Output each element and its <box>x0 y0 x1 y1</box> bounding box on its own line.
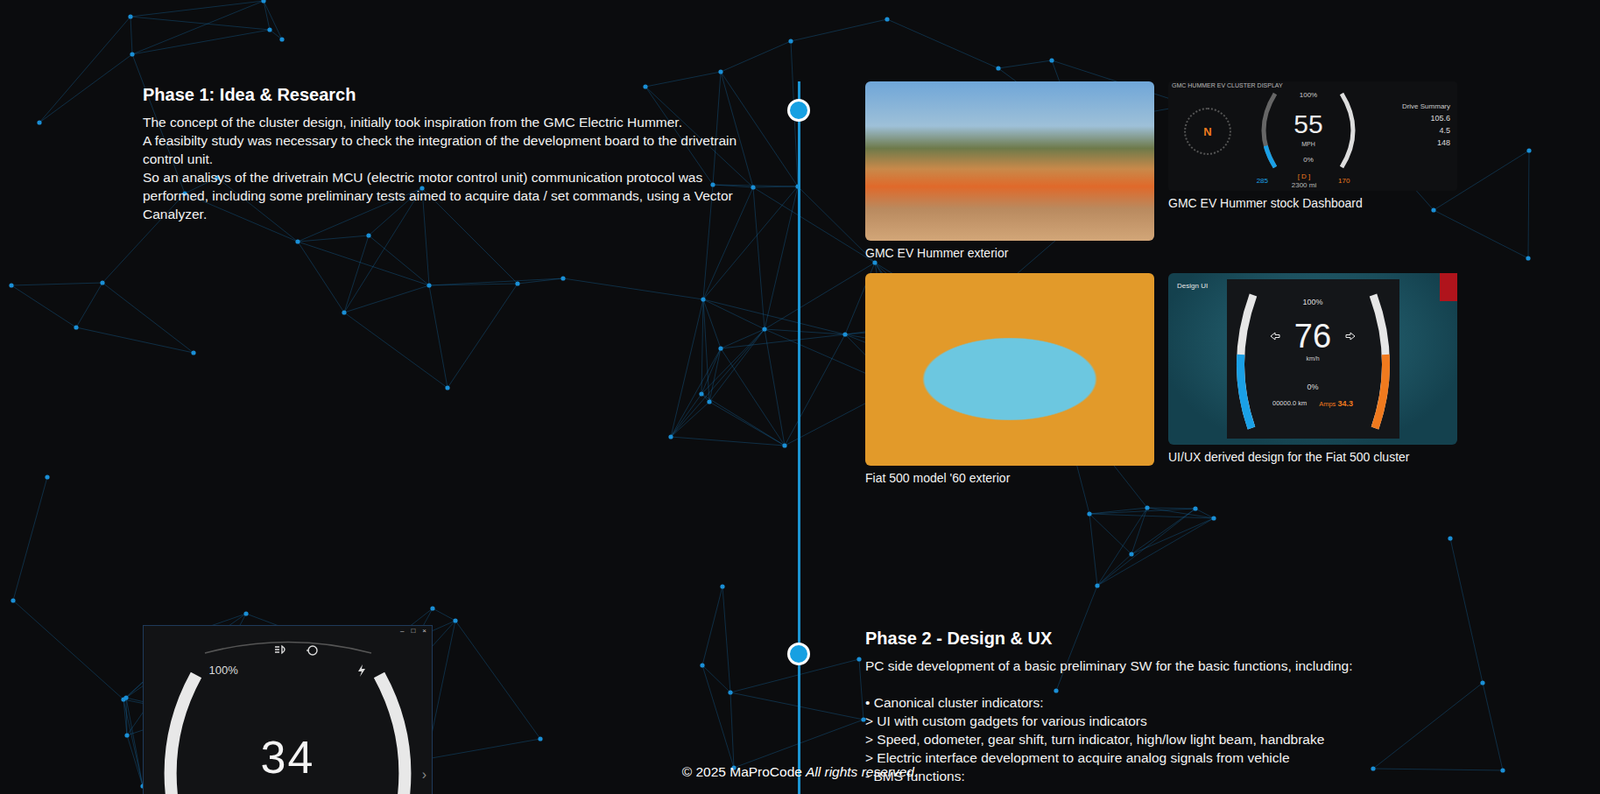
red-marker <box>1439 273 1458 302</box>
summary-value: 4.5 <box>1438 125 1451 136</box>
rights-text: All rights reserved. <box>805 764 918 780</box>
drive-summary: Drive Summary105.64.5148 <box>1369 90 1458 173</box>
window-control[interactable]: – <box>400 626 404 636</box>
page: Phase 1: Idea & Research The concept of t… <box>0 0 1600 794</box>
phase-right: GMC EV Hummer exteriorGMC HUMMER EV CLUS… <box>810 81 1403 626</box>
phase-paragraph: A feasibilty study was necessary to chec… <box>142 131 756 169</box>
design-cluster: 100% 76km/h 0% 00000.0 km Amps 34.3 <box>1226 279 1400 439</box>
media-item: Design UI 100% 76km/h 0% 00000.0 km Amps 34.3… <box>1168 273 1458 466</box>
indicator-icons <box>274 644 320 657</box>
temp-readout: 170 <box>1334 176 1458 186</box>
odometer-block: [ D ]2300 mi <box>1273 172 1335 191</box>
phase-line <box>865 675 1458 694</box>
timeline-line <box>787 81 811 626</box>
media-item: GMC HUMMER EV CLUSTER DISPLAY N 100% 55MPH 0… <box>1168 81 1458 212</box>
media-caption: UI/UX derived design for the Fiat 500 cl… <box>1168 450 1458 466</box>
media-item: GMC EV Hummer exterior <box>865 81 1155 261</box>
phase-title: Phase 1: Idea & Research <box>142 83 756 106</box>
cluster-footer: 00000.0 km Amps 34.3 <box>1272 399 1354 409</box>
media-grid: GMC EV Hummer exteriorGMC HUMMER EV CLUS… <box>865 81 1403 487</box>
stock-dashboard: GMC HUMMER EV CLUSTER DISPLAY N 100% 55MPH 0… <box>1168 81 1458 191</box>
media-caption: GMC EV Hummer exterior <box>865 246 1155 261</box>
summary-title: Drive Summary <box>1402 102 1451 112</box>
cluster-app-window: –□ × 100% 34 › <box>142 625 433 794</box>
speed-unit: MPH <box>1301 140 1316 149</box>
photo <box>865 273 1155 466</box>
speed-gauge: 100% 55MPH 0% <box>1247 90 1370 173</box>
phase-line: > Speed, odometer, gear shift, turn indi… <box>865 730 1458 749</box>
media-caption: Fiat 500 model '60 exterior <box>865 471 1155 487</box>
window-control[interactable]: × <box>422 626 427 636</box>
phase-title: Phase 2 - Design & UX <box>865 627 1458 650</box>
odometer: 2300 mi <box>1291 181 1317 191</box>
phase-line: > UI with custom gadgets for various ind… <box>865 711 1458 731</box>
battery-max-label: 100% <box>209 663 239 678</box>
gauge-max-label: 100% <box>1299 90 1318 100</box>
odometer: 00000.0 km <box>1272 399 1307 409</box>
phase-line: PC side development of a basic prelimina… <box>865 656 1458 676</box>
next-arrow[interactable]: › <box>422 767 427 783</box>
range-readout: 285 <box>1168 176 1274 186</box>
gear-indicator: N <box>1184 107 1232 156</box>
phase-paragraph: So an analisys of the drivetrain MCU (el… <box>142 168 756 224</box>
timeline-dot <box>787 642 811 666</box>
speed-readout: 55 <box>1293 108 1323 141</box>
drive-mode: [ D ] <box>1297 172 1312 182</box>
photo <box>865 81 1155 241</box>
footer: © 2025 MaProCodeAll rights reserved. <box>0 763 1600 781</box>
turn-left-icon <box>1269 331 1281 341</box>
gauge-min-label: 0% <box>1306 381 1319 393</box>
speed-unit: km/h <box>1305 354 1319 363</box>
app-cluster: 100% 34 › <box>143 635 432 794</box>
phase-row: Phase 1: Idea & Research The concept of t… <box>142 81 1600 626</box>
speed-readout: 76 <box>1294 317 1332 355</box>
window-control[interactable]: □ <box>410 626 416 636</box>
phase-line: • Canonical cluster indicators: <box>865 693 1458 712</box>
speed-readout: 34 <box>260 732 316 783</box>
dashboard-footer: 285[ D ]2300 mi170 <box>1168 172 1458 191</box>
speed-row: 76 <box>1269 317 1356 355</box>
timeline-dot <box>787 98 811 122</box>
amps-readout: Amps 34.3 <box>1318 399 1354 409</box>
media-caption: GMC EV Hummer stock Dashboard <box>1168 196 1458 212</box>
phase-line: > Electric interface development to acqu… <box>865 748 1458 768</box>
design-ui: Design UI 100% 76km/h 0% 00000.0 km Amps 34.3 <box>1168 273 1458 445</box>
phase-paragraph: The concept of the cluster design, initi… <box>142 112 756 132</box>
phase-text: Phase 1: Idea & Research The concept of t… <box>142 81 756 224</box>
phase-text: Phase 2 - Design & UX PC side development… <box>865 625 1458 786</box>
gear-compass: N <box>1168 90 1248 173</box>
phase-line: - BMS functions: <box>865 767 1458 786</box>
low-beam-icon <box>274 644 289 656</box>
dashboard-body: N 100% 55MPH 0% Drive Summary105.64.5148 <box>1168 90 1458 173</box>
charge-bolt-icon <box>356 663 367 678</box>
copyright: © 2025 MaProCode <box>682 764 803 780</box>
turn-right-icon <box>1345 331 1356 341</box>
media-item: Fiat 500 model '60 exterior <box>865 273 1155 487</box>
battery-row: 100% <box>209 663 367 678</box>
summary-value: 148 <box>1437 137 1451 149</box>
phase-left: Phase 1: Idea & Research The concept of t… <box>142 81 788 626</box>
summary-value: 105.6 <box>1430 112 1451 124</box>
gauge-max-label: 100% <box>1302 296 1323 308</box>
app-titlebar: –□ × <box>143 626 432 636</box>
gauge-min-label: 0% <box>1303 155 1314 165</box>
high-beam-icon <box>305 644 320 657</box>
timeline: Phase 1: Idea & Research The concept of t… <box>142 0 1600 794</box>
dashboard-header: GMC HUMMER EV CLUSTER DISPLAY <box>1168 81 1458 91</box>
design-label: Design UI <box>1177 281 1208 290</box>
